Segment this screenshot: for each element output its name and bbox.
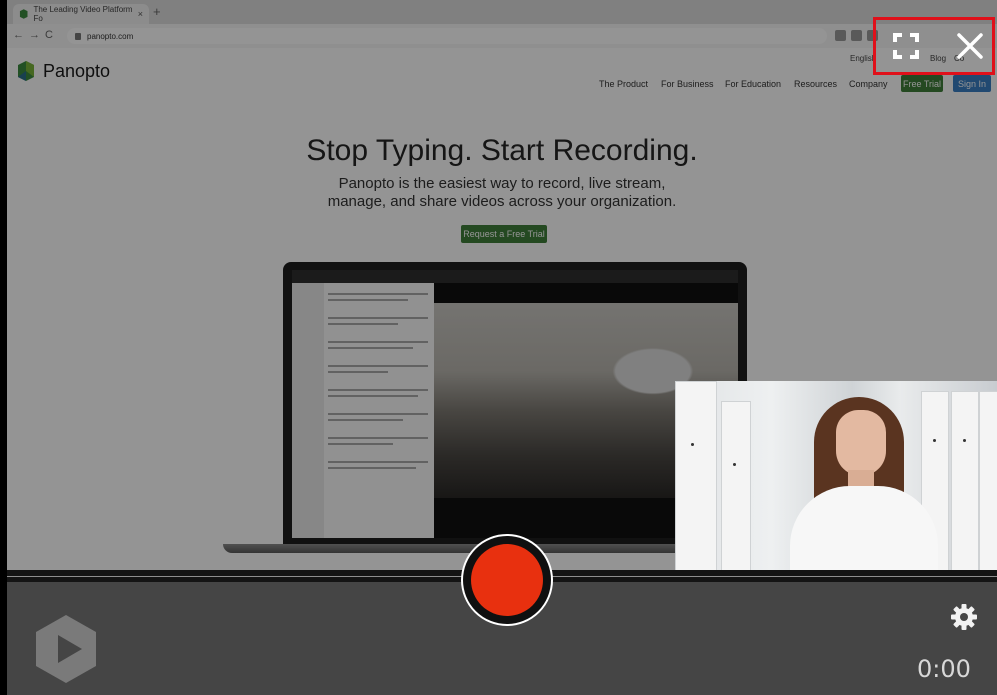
gear-icon[interactable]	[950, 603, 978, 631]
recorder-window: The Leading Video Platform Fo × + ← → C …	[0, 0, 997, 695]
fullscreen-icon[interactable]	[893, 33, 919, 59]
record-button[interactable]	[461, 534, 553, 626]
recording-timer: 0:00	[917, 655, 971, 683]
presenter-shirt	[790, 486, 938, 576]
close-icon[interactable]	[955, 31, 985, 61]
window-left-border	[0, 0, 7, 695]
record-dot	[471, 544, 543, 616]
presenter-face	[836, 410, 886, 476]
panopto-logo-icon	[36, 615, 96, 683]
